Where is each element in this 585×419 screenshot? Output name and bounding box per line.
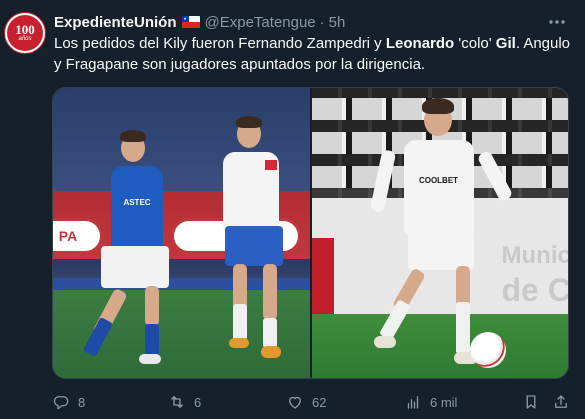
bold-name: Leonardo	[385, 35, 455, 52]
avatar-logo: 100 años	[7, 15, 43, 51]
user-handle[interactable]: @ExpeTatengue	[205, 14, 316, 31]
more-options-icon[interactable]	[547, 12, 567, 32]
avatar[interactable]: 100 años	[4, 12, 46, 54]
football	[469, 332, 506, 368]
heart-icon	[289, 396, 301, 409]
bookmark-button[interactable]	[522, 390, 540, 414]
photo-right[interactable]: Munici de Coo COOLBET	[311, 88, 568, 378]
views-count: 6 mil	[430, 394, 458, 410]
player-blue: ASTEC	[73, 128, 193, 368]
tweet-text: Los pedidos del Kily fueron Fernando Zam…	[54, 35, 571, 73]
tweet-header: ExpedienteUnión @ExpeTatengue · 5h	[54, 12, 345, 32]
views-icon	[407, 396, 419, 409]
display-name[interactable]: ExpedienteUnión	[54, 14, 177, 31]
share-button[interactable]	[552, 390, 570, 414]
reply-icon	[53, 396, 69, 410]
bold-name: Gil	[495, 35, 516, 52]
tweet[interactable]: 100 años ExpedienteUnión @ExpeTatengue ·…	[0, 0, 585, 419]
share-icon	[555, 395, 567, 408]
photo-left[interactable]: PA PA ASTEC	[53, 88, 310, 378]
retweet-icon	[171, 396, 183, 408]
chile-flag-icon	[181, 16, 200, 28]
player-colocolo: COOLBET	[352, 96, 532, 376]
tweet-actions: 8 6 62 6 mil	[52, 390, 572, 414]
like-count: 62	[312, 394, 327, 410]
retweet-count: 6	[194, 394, 202, 410]
reply-button[interactable]: 8	[52, 390, 85, 414]
views-button[interactable]: 6 mil	[404, 390, 457, 414]
reply-count: 8	[78, 394, 86, 410]
bookmark-icon	[526, 395, 536, 409]
media-gallery: PA PA ASTEC	[52, 87, 569, 379]
separator-dot: ·	[319, 13, 325, 31]
player-white	[193, 114, 303, 374]
like-button[interactable]: 62	[286, 390, 326, 414]
timestamp[interactable]: 5h	[329, 14, 346, 31]
retweet-button[interactable]: 6	[168, 390, 201, 414]
